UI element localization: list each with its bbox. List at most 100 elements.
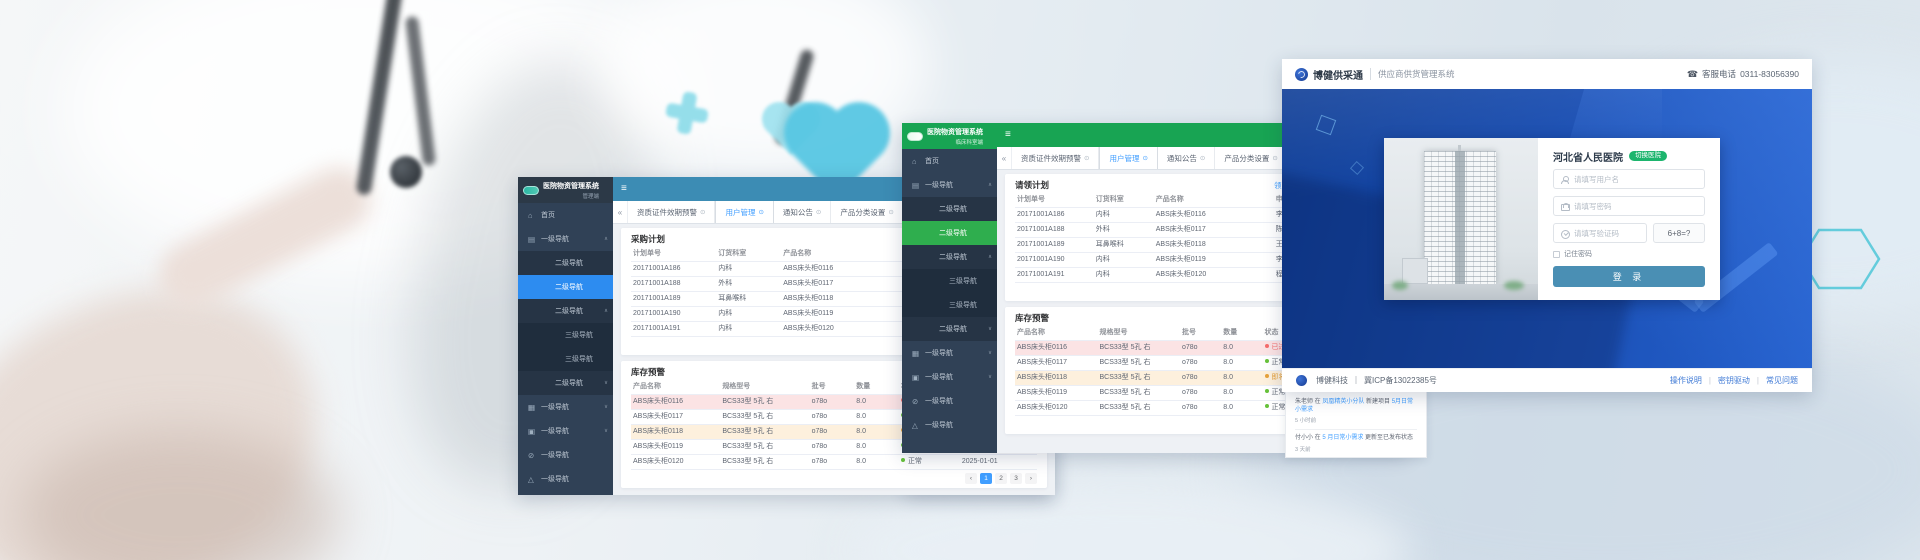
tab-label: 通知公告 <box>783 207 813 218</box>
username-field[interactable] <box>1554 170 1704 188</box>
collapse-tabs-icon[interactable]: « <box>613 201 628 223</box>
sidebar-item[interactable]: 三级导航 <box>518 347 613 371</box>
chevron-icon: ∨ <box>988 350 992 356</box>
sidebar-item[interactable]: △ 一级导航 <box>902 413 997 437</box>
spec: BCS33型 5孔 右 <box>1098 341 1181 356</box>
tab-refresh-icon[interactable]: ⊙ <box>1200 154 1205 162</box>
sidebar-item[interactable]: 二级导航 ∧ <box>902 245 997 269</box>
tab-refresh-icon[interactable]: ⊙ <box>758 208 763 216</box>
captcha-field-wrap <box>1553 223 1647 243</box>
collapse-tabs-icon[interactable]: « <box>997 147 1012 169</box>
remember-checkbox[interactable] <box>1553 251 1560 258</box>
page-button[interactable]: › <box>1025 473 1037 484</box>
tab-refresh-icon[interactable]: ⊙ <box>888 208 893 216</box>
login-button[interactable]: 登 录 <box>1553 266 1705 287</box>
plan-id: 20171001A188 <box>631 277 716 292</box>
sidebar-item-label: 二级导航 <box>555 282 583 292</box>
sidebar-item[interactable]: ▣ 一级导航 ∨ <box>902 365 997 389</box>
spec: BCS33型 5孔 右 <box>1098 371 1181 386</box>
tree-shape <box>1392 281 1408 290</box>
tab[interactable]: 用户管理 ⊙ <box>1099 147 1157 169</box>
chevron-icon: ∧ <box>988 182 992 188</box>
password-field-wrap <box>1553 196 1705 216</box>
app-title: 医院物资管理系统 <box>927 127 983 137</box>
sidebar-item[interactable]: ⊘ 一级导航 <box>902 389 997 413</box>
tab-refresh-icon[interactable]: ⊙ <box>1084 154 1089 162</box>
card-title: 库存预警 <box>1015 312 1049 324</box>
menu-toggle-icon[interactable]: ≡ <box>621 184 627 194</box>
sidebar-item[interactable]: 二级导航 <box>902 197 997 221</box>
batch-no: o78o <box>810 395 855 410</box>
page-button[interactable]: 2 <box>995 473 1007 484</box>
sidebar-item[interactable]: ▤ 一级导航 ∧ <box>902 173 997 197</box>
footer-link-key-driver[interactable]: 密钥驱动 <box>1718 375 1750 386</box>
captcha-question[interactable]: 6+8=? <box>1653 223 1705 243</box>
batch-no: o78o <box>1180 401 1221 416</box>
sidebar-item[interactable]: ⌂ 首页 <box>518 203 613 227</box>
sidebar-item[interactable]: 二级导航 <box>518 251 613 275</box>
page-button[interactable]: 3 <box>1010 473 1022 484</box>
tab-refresh-icon[interactable]: ⊙ <box>1272 154 1277 162</box>
sidebar-item-label: 三级导航 <box>565 354 593 364</box>
sidebar-item[interactable]: 二级导航 <box>518 275 613 299</box>
sidebar-item[interactable]: ▣ 一级导航 ∨ <box>518 419 613 443</box>
footer-link-faq[interactable]: 常见问题 <box>1766 375 1798 386</box>
column-header: 批号 <box>1180 326 1221 341</box>
footer-logo-icon <box>1296 375 1307 386</box>
password-field[interactable] <box>1554 197 1704 215</box>
expiry-date: 2025-01-01 <box>960 455 1037 470</box>
tab[interactable]: 通知公告 ⊙ <box>774 201 831 223</box>
sidebar-item[interactable]: 三级导航 <box>902 293 997 317</box>
quantity: 8.0 <box>1221 371 1262 386</box>
tab-refresh-icon[interactable]: ⊙ <box>1142 154 1147 162</box>
sidebar-item[interactable]: 二级导航 <box>902 221 997 245</box>
footer-link-help[interactable]: 操作说明 <box>1670 375 1702 386</box>
feed-text: 新建项目 <box>1364 399 1391 405</box>
sidebar-item[interactable]: 二级导航 ∧ <box>518 299 613 323</box>
sidebar-item[interactable]: 二级导航 ∨ <box>902 317 997 341</box>
tab-label: 产品分类设置 <box>840 207 885 218</box>
feed-text: 朱老师 在 <box>1295 399 1322 405</box>
tab[interactable]: 用户管理 ⊙ <box>715 201 773 223</box>
sidebar-item[interactable]: 三级导航 <box>518 323 613 347</box>
tab-refresh-icon[interactable]: ⊙ <box>816 208 821 216</box>
sidebar-item-label: 首页 <box>925 156 939 166</box>
menu-toggle-icon[interactable]: ≡ <box>1005 130 1011 140</box>
tab[interactable]: 资质证件效期预警 ⊙ <box>628 201 715 223</box>
stethoscope-tube-shape <box>405 16 436 166</box>
product-name: ABS床头柜0117 <box>1154 223 1274 238</box>
sidebar-item[interactable]: 三级导航 <box>902 269 997 293</box>
plan-id: 20171001A186 <box>631 262 716 277</box>
tab-refresh-icon[interactable]: ⊙ <box>700 208 705 216</box>
tab[interactable]: 产品分类设置 ⊙ <box>831 201 903 223</box>
product-name: ABS床头柜0118 <box>1015 371 1098 386</box>
tab[interactable]: 通知公告 ⊙ <box>1158 147 1215 169</box>
sidebar-item[interactable]: ⌂ 首页 <box>902 149 997 173</box>
chevron-icon: ∧ <box>988 254 992 260</box>
tab[interactable]: 资质证件效期预警 ⊙ <box>1012 147 1099 169</box>
hospital-tag-badge[interactable]: 切换医院 <box>1629 151 1667 162</box>
feed-link[interactable]: 凤凰精英小分队 <box>1322 399 1364 405</box>
column-header: 产品名称 <box>631 380 720 395</box>
login-form: 河北省人民医院 切换医院 6+8=? 记住密码 <box>1538 138 1720 300</box>
column-header: 数量 <box>1221 326 1262 341</box>
feed-link[interactable]: 5 月日常小需求 <box>1322 435 1363 441</box>
sidebar-item[interactable]: ▦ 一级导航 ∨ <box>902 341 997 365</box>
status-dot-icon <box>1265 389 1269 393</box>
product-name: ABS床头柜0117 <box>631 410 720 425</box>
product-name: ABS床头柜0120 <box>1154 268 1274 283</box>
page-button[interactable]: ‹ <box>965 473 977 484</box>
sidebar-item[interactable]: ▦ 一级导航 ∨ <box>518 395 613 419</box>
sidebar-item[interactable]: ⊘ 一级导航 <box>518 443 613 467</box>
sidebar-item[interactable]: ▤ 一级导航 ∧ <box>518 227 613 251</box>
sidebar-item[interactable]: △ 一级导航 <box>518 467 613 491</box>
sidebar-item[interactable]: 二级导航 ∨ <box>518 371 613 395</box>
table-row[interactable]: ABS床头柜0120 BCS33型 5孔 右 o78o 8.0 正常 2025-… <box>631 455 1037 470</box>
login-header: 博健供采通 供应商供货管理系统 ☎ 客服电话 0311-83056390 <box>1282 59 1812 89</box>
activity-feed-card: 朱老师 在 凤凰精英小分队 新建项目 5月日常小需求 5 小时前 付小小 在 5… <box>1285 388 1427 458</box>
chevron-icon: ∨ <box>988 326 992 332</box>
page-button[interactable]: 1 <box>980 473 992 484</box>
sidebar-item-label: 二级导航 <box>555 258 583 268</box>
tab[interactable]: 产品分类设置 ⊙ <box>1215 147 1287 169</box>
hand-shape <box>0 235 363 560</box>
